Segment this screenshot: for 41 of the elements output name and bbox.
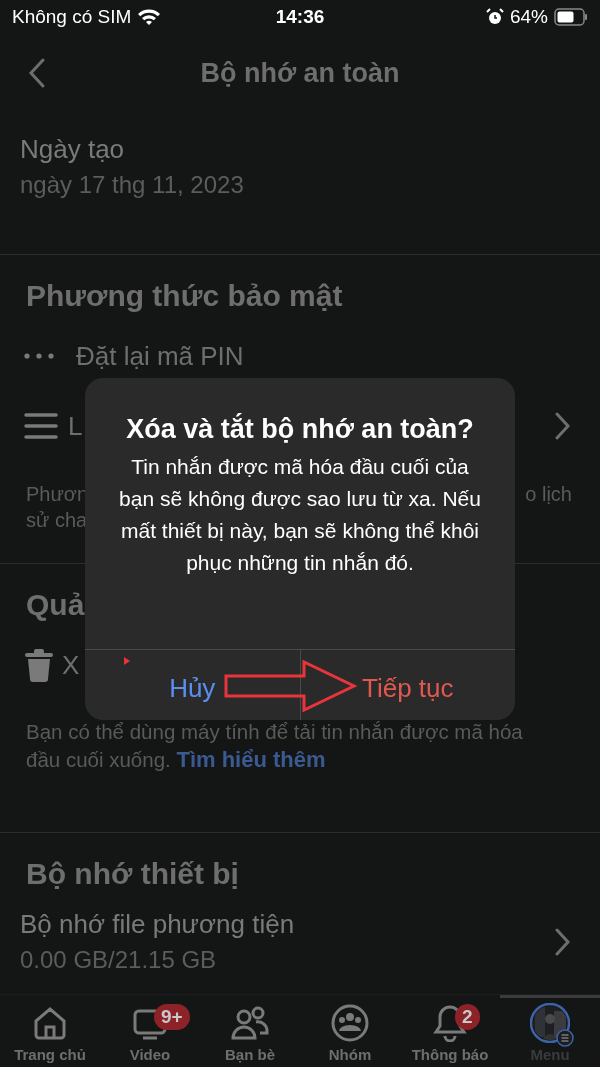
section-heading: Quả [25,587,86,623]
dialog-button[interactable]: Tiếp tục [299,650,515,720]
chevron-right-icon[interactable] [554,927,570,956]
battery-icon [554,8,588,26]
home-icon [32,1005,68,1041]
list-icon [24,412,58,440]
option-label[interactable]: X [62,649,80,681]
dialog-title: Xóa và tắt bộ nhớ an toàn? [126,414,474,445]
option-label[interactable]: L [68,410,83,442]
group-icon [331,1004,369,1042]
created-date: ngày 17 thg 11, 2023 [20,171,245,199]
dialog-button[interactable]: Hủy [85,650,300,720]
notification-badge: 9+ [154,1004,190,1030]
trash-icon [24,648,54,682]
option-label[interactable]: Đặt lại mã PIN [76,340,244,372]
description-text: o lịch [525,482,572,507]
learn-more-link[interactable]: Tìm hiểu thêm [176,747,326,772]
storage-title[interactable]: Bộ nhớ file phương tiện [20,909,295,940]
clock-time: 14:36 [275,6,325,28]
created-label: Ngày tạo [20,134,126,165]
section-heading: Bộ nhớ thiết bị [25,856,240,892]
section-heading: Phương thức bảo mật [25,278,344,314]
tab-item[interactable]: 9+ Video [100,995,200,1067]
chevron-right-icon[interactable] [554,412,570,440]
storage-usage: 0.00 GB/21.15 GB [20,946,218,974]
triangle-mark [124,657,130,665]
menu-icon [556,1029,574,1047]
alarm-icon [485,8,504,26]
back-icon[interactable] [28,58,46,88]
notification-badge: 2 [455,1004,480,1030]
carrier-label: Không có SIM [12,6,132,28]
tab-item[interactable]: Bạn bè [200,995,300,1067]
tab-item[interactable]: 2 Thông báo [400,995,500,1067]
people-icon [230,1005,270,1041]
dialog-message: Tin nhắn được mã hóa đầu cuối của bạn sẽ không được sao lưu từ xa. Nếu mất thiết bị này, bạn sẽ không thể khôi phục những tin nhắn đó. [118,454,482,576]
wifi-icon [137,8,162,26]
tab-item[interactable]: Nhóm [300,995,400,1067]
battery-percent: 64% [509,6,548,28]
tab-item[interactable]: Trang chủ [0,995,100,1067]
screen-title: Bộ nhớ an toàn [200,57,400,89]
more-icon [24,353,54,359]
